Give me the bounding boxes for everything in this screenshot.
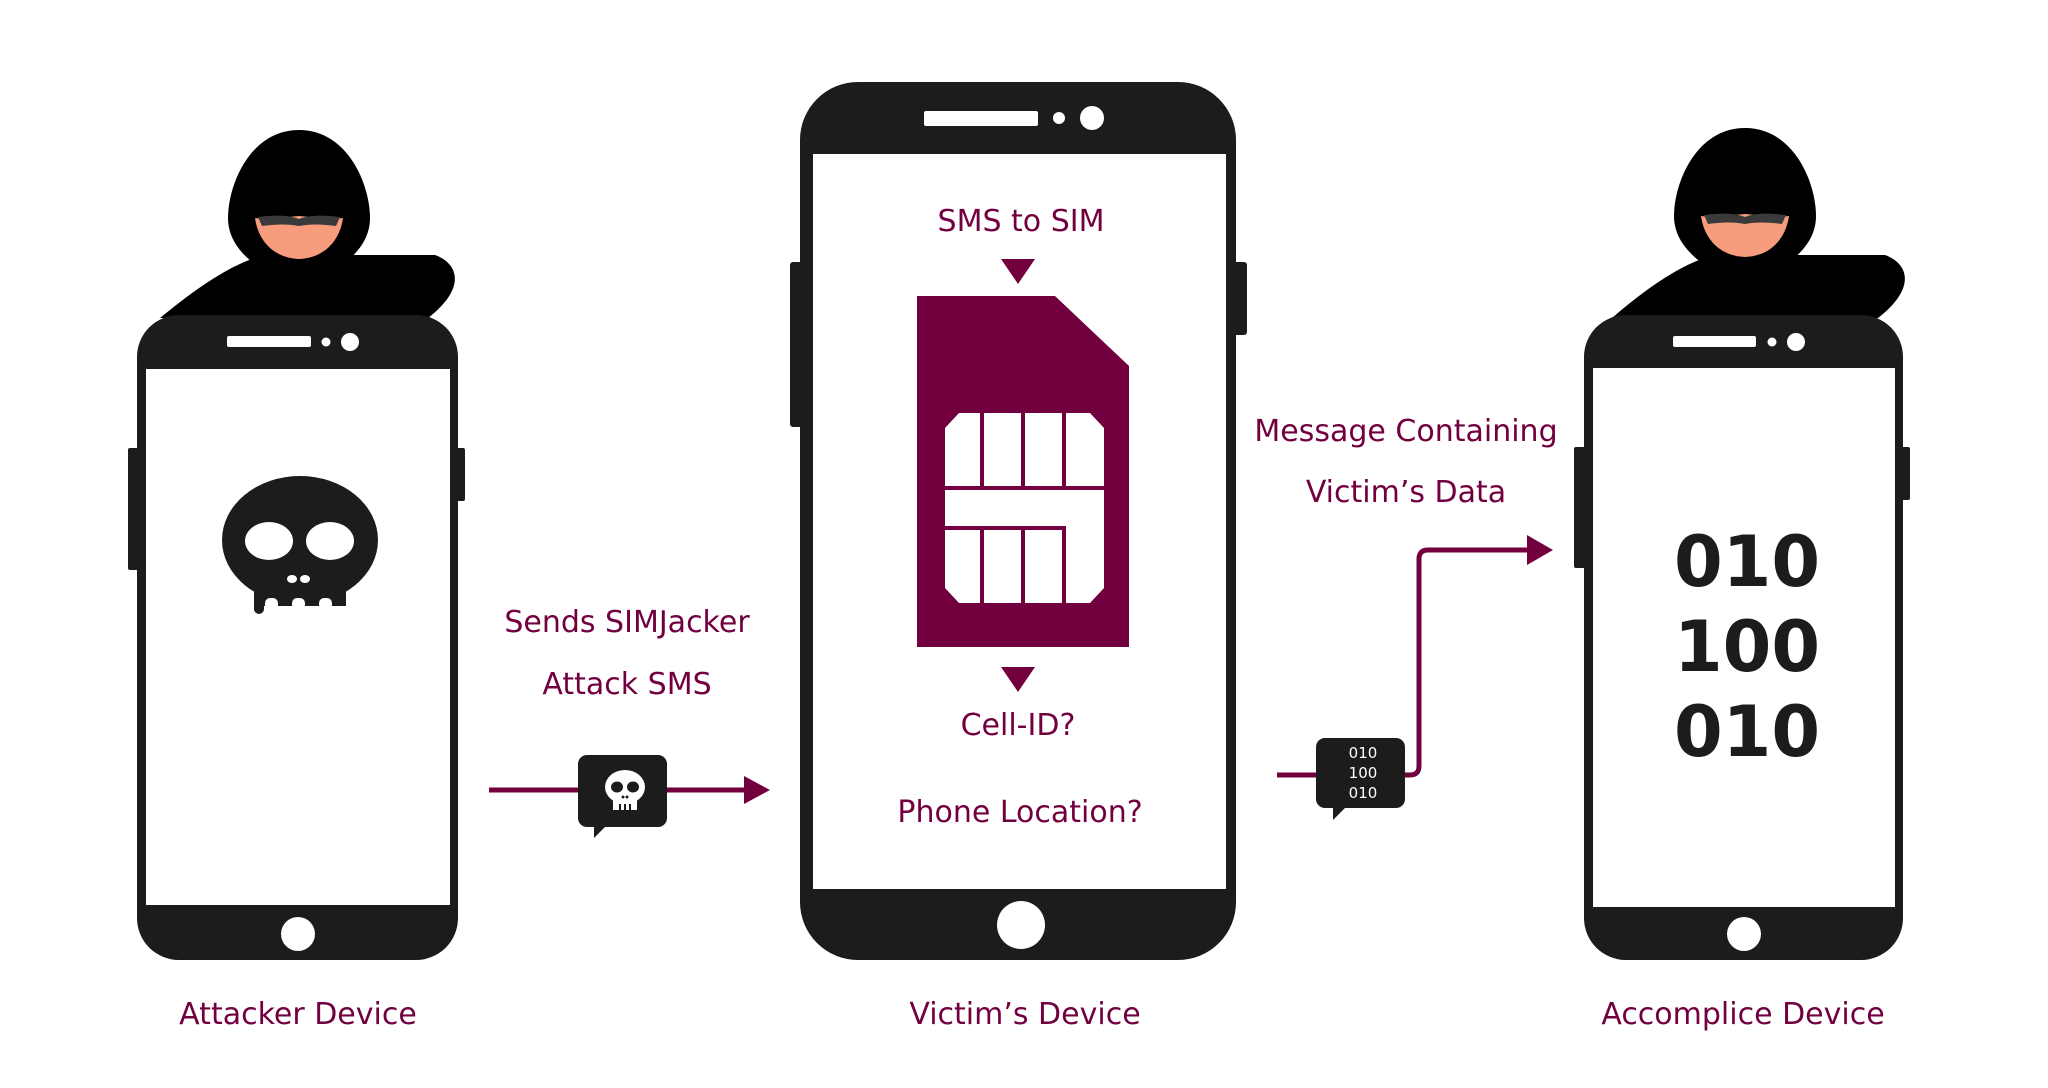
exfil-label-line-2: Victim’s Data: [1305, 475, 1507, 510]
attack-label-line-2: Attack SMS: [542, 667, 712, 702]
victim-device-label: Victim’s Device: [909, 997, 1141, 1032]
attacker-phone-home-button: [281, 917, 315, 951]
binary-line: 100: [1673, 606, 1821, 688]
accomplice-hacker-figure: [1612, 128, 1905, 318]
attacker-phone-sensor: [321, 337, 331, 347]
sms-to-sim-label: SMS to SIM: [937, 204, 1105, 239]
accomplice-phone-home-button: [1727, 917, 1761, 951]
victim-phone-speaker: [924, 111, 1038, 126]
attack-label-line-1: Sends SIMJacker: [504, 605, 750, 640]
accomplice-phone-sensor: [1767, 337, 1777, 347]
binary-line: 010: [1673, 691, 1821, 773]
arrow-head-icon: [1527, 535, 1553, 565]
data-bubble-line: 100: [1348, 764, 1378, 782]
cell-id-question: Cell-ID?: [960, 708, 1076, 743]
attacker-hacker-figure: [160, 130, 455, 320]
attacker-phone-speaker: [227, 336, 311, 347]
data-bubble-binary: 010 100 010: [1349, 743, 1378, 803]
exfil-label-line-1: Message Containing: [1254, 414, 1558, 449]
data-bubble-line: 010: [1348, 784, 1378, 802]
victim-phone-camera: [1080, 106, 1104, 130]
attacker-phone: [128, 315, 465, 960]
exfil-arrow: [1277, 535, 1553, 778]
attacker-phone-screen: [146, 369, 450, 905]
victim-phone-sensor: [1053, 112, 1065, 124]
attack-sms-bubble: [578, 755, 667, 838]
data-bubble-line: 010: [1348, 744, 1378, 762]
sim-card-icon: [917, 296, 1129, 647]
attacker-phone-camera: [341, 333, 359, 351]
attacker-hoodie-shoulders: [160, 255, 455, 318]
arrow-head-icon: [744, 776, 770, 804]
accomplice-screen-binary: 010 100 010: [1674, 520, 1820, 775]
accomplice-phone-speaker: [1673, 336, 1756, 347]
accomplice-hoodie-shoulders: [1612, 255, 1905, 318]
accomplice-device-label: Accomplice Device: [1601, 997, 1885, 1032]
phone-location-question: Phone Location?: [897, 795, 1143, 830]
binary-line: 010: [1673, 521, 1821, 603]
victim-phone-home-button: [997, 901, 1045, 949]
accomplice-phone-camera: [1787, 333, 1805, 351]
attacker-device-label: Attacker Device: [179, 997, 417, 1032]
